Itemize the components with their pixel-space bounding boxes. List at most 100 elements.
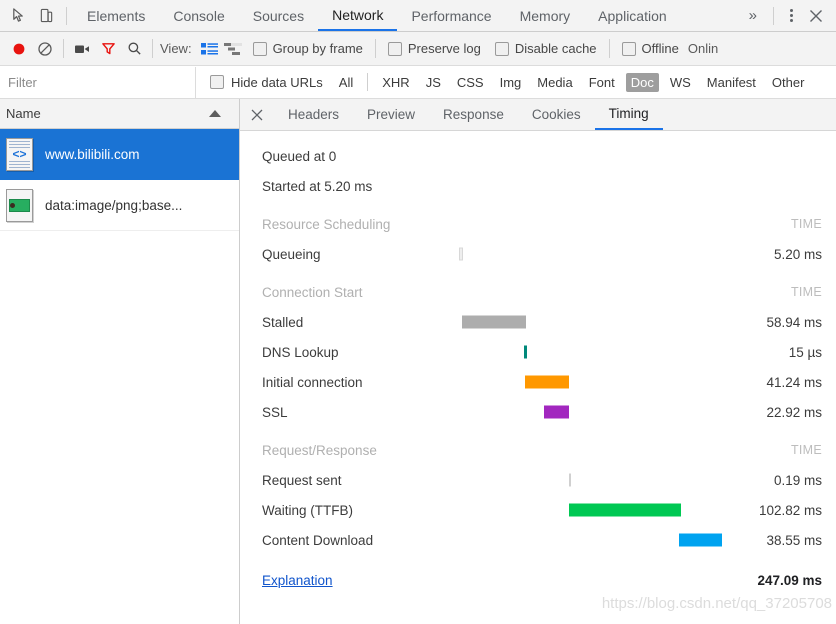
panel-tabs: Elements Console Sources Network Perform… — [73, 0, 739, 31]
clear-icon[interactable] — [32, 36, 58, 62]
time-column-header: TIME — [790, 217, 822, 231]
timing-value: 0.19 ms — [773, 472, 822, 488]
filter-type-media[interactable]: Media — [532, 73, 577, 92]
tab-sources[interactable]: Sources — [239, 0, 318, 31]
checkbox-icon[interactable] — [387, 41, 402, 56]
explanation-link[interactable]: Explanation — [262, 573, 333, 588]
timing-label: Waiting (TTFB) — [262, 502, 353, 518]
tab-elements[interactable]: Elements — [73, 0, 159, 31]
timing-row-request-sent: Request sent 0.19 ms — [240, 465, 836, 495]
divider — [66, 6, 67, 25]
timing-label: Stalled — [262, 314, 304, 330]
filter-type-manifest[interactable]: Manifest — [702, 73, 761, 92]
funnel-icon[interactable] — [95, 36, 121, 62]
timing-group-connection-start: Connection Start TIME — [240, 277, 836, 307]
tab-network[interactable]: Network — [318, 0, 398, 31]
filter-type-all[interactable]: All — [334, 73, 358, 92]
request-row-bilibili[interactable]: <> www.bilibili.com — [0, 129, 239, 180]
timing-breakdown: Queued at 0 Started at 5.20 ms Resource … — [240, 131, 836, 624]
request-detail-pane: Headers Preview Response Cookies Timing … — [240, 99, 836, 624]
tab-label: Memory — [519, 7, 571, 24]
filter-type-xhr[interactable]: XHR — [377, 73, 414, 92]
timing-row-ssl: SSL 22.92 ms — [240, 397, 836, 427]
waterfall-view-icon[interactable] — [222, 37, 246, 61]
tab-application[interactable]: Application — [584, 0, 681, 31]
tab-label: Elements — [87, 7, 146, 24]
timing-value: 102.82 ms — [758, 502, 822, 518]
search-icon[interactable] — [121, 36, 147, 62]
divider — [608, 39, 610, 58]
checkbox-icon[interactable] — [252, 41, 267, 56]
timing-bar — [544, 405, 569, 419]
camera-icon[interactable] — [69, 36, 95, 62]
disable-cache-checkbox[interactable]: Disable cache — [488, 41, 604, 56]
devtools-tab-bar: Elements Console Sources Network Perform… — [0, 0, 836, 32]
group-by-frame-checkbox[interactable]: Group by frame — [246, 41, 370, 56]
more-tabs-chevron-icon[interactable]: » — [739, 7, 767, 24]
preserve-log-label: Preserve log — [407, 41, 481, 56]
tab-label: Application — [598, 7, 667, 24]
hide-data-urls-label: Hide data URLs — [231, 74, 323, 90]
preserve-log-checkbox[interactable]: Preserve log — [381, 41, 488, 56]
tab-bar-actions: » — [739, 4, 836, 28]
divider — [152, 39, 153, 58]
tab-performance[interactable]: Performance — [397, 0, 505, 31]
disable-cache-label: Disable cache — [514, 41, 597, 56]
checkbox-icon[interactable] — [494, 41, 509, 56]
request-name: data:image/png;base... — [45, 197, 183, 213]
timing-bar — [462, 315, 526, 329]
tab-label: Sources — [252, 7, 305, 24]
tab-timing[interactable]: Timing — [594, 99, 663, 130]
tab-headers[interactable]: Headers — [274, 99, 353, 130]
network-toolbar: View: Group by frame Preserve log Disabl… — [0, 32, 836, 66]
timing-label: Queued at 0 — [262, 148, 337, 164]
kebab-menu-icon[interactable] — [780, 4, 802, 28]
checkbox-icon[interactable] — [210, 75, 224, 89]
timing-total-value: 247.09 ms — [757, 572, 822, 588]
network-body: Name <> www.bilibili.com data:image/png;… — [0, 99, 836, 624]
group-by-frame-label: Group by frame — [272, 41, 363, 56]
list-view-icon[interactable] — [198, 37, 222, 61]
sort-ascending-icon[interactable] — [209, 110, 221, 117]
filter-type-ws[interactable]: WS — [665, 73, 696, 92]
timing-bar — [569, 473, 571, 487]
timing-bar — [569, 503, 681, 517]
checkbox-icon[interactable] — [621, 41, 636, 56]
timing-label: Request sent — [262, 472, 342, 488]
hide-data-urls-checkbox[interactable]: Hide data URLs — [196, 75, 331, 90]
request-list-header[interactable]: Name — [0, 99, 239, 129]
request-name: www.bilibili.com — [45, 146, 140, 162]
group-label: Connection Start — [262, 284, 363, 300]
filter-type-js[interactable]: JS — [421, 73, 446, 92]
filter-type-img[interactable]: Img — [495, 73, 527, 92]
filter-type-other[interactable]: Other — [767, 73, 810, 92]
timing-bar — [459, 247, 463, 261]
cursor-select-icon[interactable] — [4, 2, 32, 30]
tab-console[interactable]: Console — [159, 0, 238, 31]
timing-total-row: Explanation 247.09 ms — [240, 565, 836, 595]
tab-memory[interactable]: Memory — [506, 0, 585, 31]
timing-label: DNS Lookup — [262, 344, 339, 360]
timing-row-dns-lookup: DNS Lookup 15 µs — [240, 337, 836, 367]
tab-cookies[interactable]: Cookies — [518, 99, 595, 130]
filter-type-font[interactable]: Font — [584, 73, 620, 92]
timing-row-content-download: Content Download 38.55 ms — [240, 525, 836, 555]
watermark: https://blog.csdn.net/qq_37205708 — [601, 595, 832, 612]
filter-type-css[interactable]: CSS — [452, 73, 489, 92]
timing-label: Queueing — [262, 246, 321, 262]
tab-preview[interactable]: Preview — [353, 99, 429, 130]
timing-label: Started at 5.20 ms — [262, 178, 373, 194]
timing-bar — [525, 375, 569, 389]
close-icon[interactable] — [240, 99, 274, 130]
close-icon[interactable] — [802, 4, 830, 28]
filter-type-doc[interactable]: Doc — [625, 72, 659, 92]
throttling-select[interactable]: Onlin — [686, 41, 724, 56]
device-toolbar-icon[interactable] — [32, 2, 60, 30]
group-label: Request/Response — [262, 442, 377, 458]
record-button-icon[interactable] — [6, 36, 32, 62]
filter-input[interactable] — [0, 66, 196, 98]
offline-checkbox[interactable]: Offline — [615, 41, 686, 56]
tab-response[interactable]: Response — [429, 99, 518, 130]
request-list-pane: Name <> www.bilibili.com data:image/png;… — [0, 99, 240, 624]
request-row-data-image[interactable]: data:image/png;base... — [0, 180, 239, 231]
